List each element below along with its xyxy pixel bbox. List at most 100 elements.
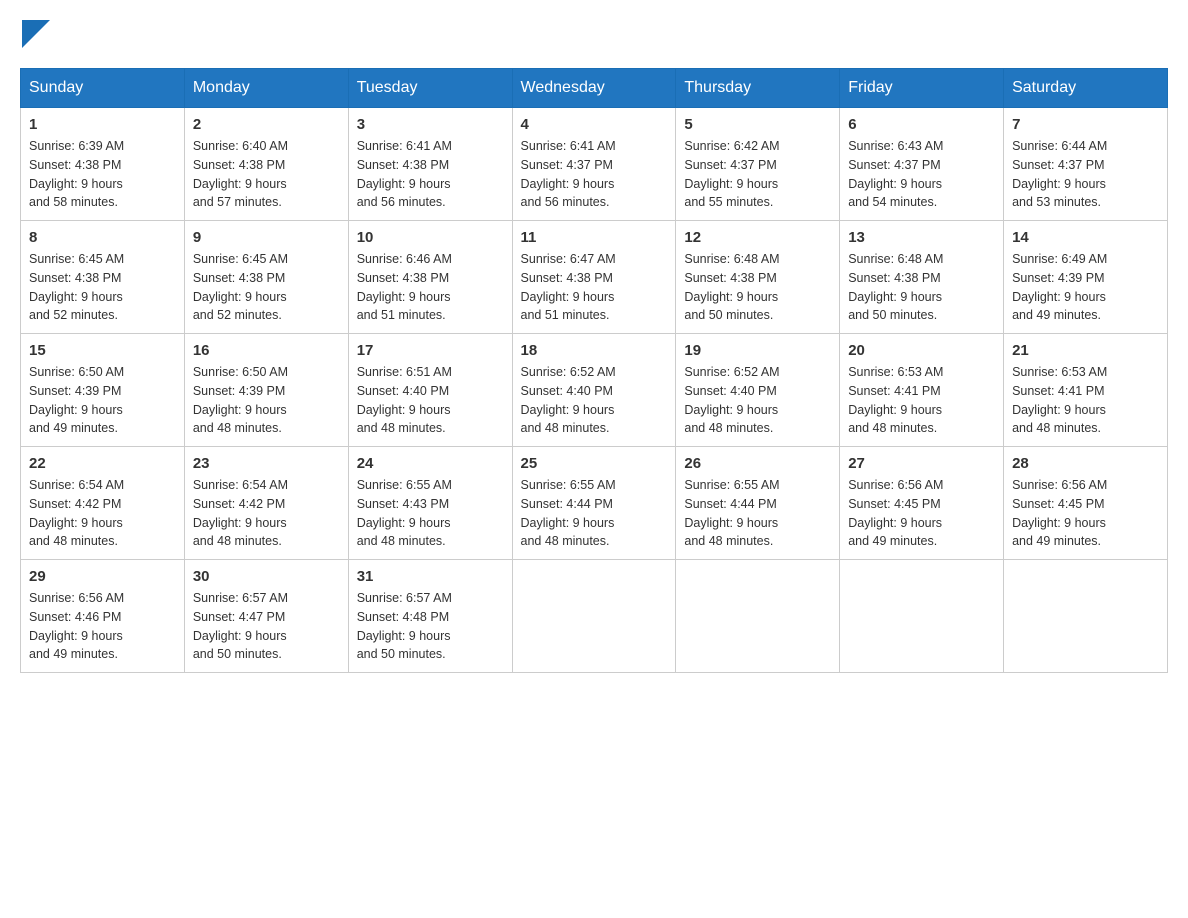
calendar-cell: 2 Sunrise: 6:40 AMSunset: 4:38 PMDayligh… — [184, 108, 348, 221]
calendar-cell: 21 Sunrise: 6:53 AMSunset: 4:41 PMDaylig… — [1004, 334, 1168, 447]
day-info: Sunrise: 6:53 AMSunset: 4:41 PMDaylight:… — [1012, 363, 1159, 438]
day-number: 29 — [29, 568, 176, 585]
weekday-sunday: Sunday — [21, 69, 185, 108]
calendar-cell — [676, 560, 840, 673]
day-number: 19 — [684, 342, 831, 359]
calendar-cell: 9 Sunrise: 6:45 AMSunset: 4:38 PMDayligh… — [184, 221, 348, 334]
day-number: 28 — [1012, 455, 1159, 472]
day-info: Sunrise: 6:52 AMSunset: 4:40 PMDaylight:… — [684, 363, 831, 438]
day-info: Sunrise: 6:41 AMSunset: 4:38 PMDaylight:… — [357, 137, 504, 212]
calendar-cell — [512, 560, 676, 673]
day-number: 2 — [193, 116, 340, 133]
calendar-cell: 30 Sunrise: 6:57 AMSunset: 4:47 PMDaylig… — [184, 560, 348, 673]
calendar-cell: 10 Sunrise: 6:46 AMSunset: 4:38 PMDaylig… — [348, 221, 512, 334]
calendar-cell — [1004, 560, 1168, 673]
day-info: Sunrise: 6:57 AMSunset: 4:47 PMDaylight:… — [193, 589, 340, 664]
day-number: 21 — [1012, 342, 1159, 359]
day-info: Sunrise: 6:57 AMSunset: 4:48 PMDaylight:… — [357, 589, 504, 664]
day-number: 5 — [684, 116, 831, 133]
calendar-cell: 6 Sunrise: 6:43 AMSunset: 4:37 PMDayligh… — [840, 108, 1004, 221]
day-number: 23 — [193, 455, 340, 472]
calendar-cell: 16 Sunrise: 6:50 AMSunset: 4:39 PMDaylig… — [184, 334, 348, 447]
day-info: Sunrise: 6:40 AMSunset: 4:38 PMDaylight:… — [193, 137, 340, 212]
day-info: Sunrise: 6:55 AMSunset: 4:43 PMDaylight:… — [357, 476, 504, 551]
day-info: Sunrise: 6:56 AMSunset: 4:45 PMDaylight:… — [1012, 476, 1159, 551]
calendar-cell: 4 Sunrise: 6:41 AMSunset: 4:37 PMDayligh… — [512, 108, 676, 221]
day-info: Sunrise: 6:47 AMSunset: 4:38 PMDaylight:… — [521, 250, 668, 325]
calendar-cell: 28 Sunrise: 6:56 AMSunset: 4:45 PMDaylig… — [1004, 447, 1168, 560]
day-info: Sunrise: 6:54 AMSunset: 4:42 PMDaylight:… — [193, 476, 340, 551]
calendar-cell: 17 Sunrise: 6:51 AMSunset: 4:40 PMDaylig… — [348, 334, 512, 447]
day-info: Sunrise: 6:46 AMSunset: 4:38 PMDaylight:… — [357, 250, 504, 325]
calendar-cell: 1 Sunrise: 6:39 AMSunset: 4:38 PMDayligh… — [21, 108, 185, 221]
weekday-tuesday: Tuesday — [348, 69, 512, 108]
day-info: Sunrise: 6:49 AMSunset: 4:39 PMDaylight:… — [1012, 250, 1159, 325]
day-number: 1 — [29, 116, 176, 133]
day-number: 8 — [29, 229, 176, 246]
day-number: 9 — [193, 229, 340, 246]
calendar-cell: 11 Sunrise: 6:47 AMSunset: 4:38 PMDaylig… — [512, 221, 676, 334]
calendar-cell: 24 Sunrise: 6:55 AMSunset: 4:43 PMDaylig… — [348, 447, 512, 560]
weekday-monday: Monday — [184, 69, 348, 108]
calendar-cell: 15 Sunrise: 6:50 AMSunset: 4:39 PMDaylig… — [21, 334, 185, 447]
calendar-cell: 5 Sunrise: 6:42 AMSunset: 4:37 PMDayligh… — [676, 108, 840, 221]
weekday-wednesday: Wednesday — [512, 69, 676, 108]
day-info: Sunrise: 6:41 AMSunset: 4:37 PMDaylight:… — [521, 137, 668, 212]
calendar-cell: 3 Sunrise: 6:41 AMSunset: 4:38 PMDayligh… — [348, 108, 512, 221]
weekday-thursday: Thursday — [676, 69, 840, 108]
calendar-cell: 27 Sunrise: 6:56 AMSunset: 4:45 PMDaylig… — [840, 447, 1004, 560]
calendar-week-5: 29 Sunrise: 6:56 AMSunset: 4:46 PMDaylig… — [21, 560, 1168, 673]
day-number: 15 — [29, 342, 176, 359]
day-info: Sunrise: 6:42 AMSunset: 4:37 PMDaylight:… — [684, 137, 831, 212]
calendar-body: 1 Sunrise: 6:39 AMSunset: 4:38 PMDayligh… — [21, 108, 1168, 673]
page-header — [20, 20, 1168, 48]
day-number: 30 — [193, 568, 340, 585]
logo-text — [20, 20, 50, 52]
calendar-cell: 14 Sunrise: 6:49 AMSunset: 4:39 PMDaylig… — [1004, 221, 1168, 334]
calendar-week-2: 8 Sunrise: 6:45 AMSunset: 4:38 PMDayligh… — [21, 221, 1168, 334]
day-info: Sunrise: 6:53 AMSunset: 4:41 PMDaylight:… — [848, 363, 995, 438]
logo — [20, 20, 50, 48]
calendar-cell: 18 Sunrise: 6:52 AMSunset: 4:40 PMDaylig… — [512, 334, 676, 447]
day-info: Sunrise: 6:55 AMSunset: 4:44 PMDaylight:… — [521, 476, 668, 551]
calendar-cell: 13 Sunrise: 6:48 AMSunset: 4:38 PMDaylig… — [840, 221, 1004, 334]
logo-triangle-icon — [22, 20, 50, 48]
calendar-cell: 22 Sunrise: 6:54 AMSunset: 4:42 PMDaylig… — [21, 447, 185, 560]
day-number: 17 — [357, 342, 504, 359]
calendar-cell: 31 Sunrise: 6:57 AMSunset: 4:48 PMDaylig… — [348, 560, 512, 673]
day-info: Sunrise: 6:51 AMSunset: 4:40 PMDaylight:… — [357, 363, 504, 438]
day-number: 7 — [1012, 116, 1159, 133]
day-number: 6 — [848, 116, 995, 133]
day-info: Sunrise: 6:56 AMSunset: 4:45 PMDaylight:… — [848, 476, 995, 551]
day-number: 13 — [848, 229, 995, 246]
calendar-cell: 26 Sunrise: 6:55 AMSunset: 4:44 PMDaylig… — [676, 447, 840, 560]
calendar-week-4: 22 Sunrise: 6:54 AMSunset: 4:42 PMDaylig… — [21, 447, 1168, 560]
calendar-header: SundayMondayTuesdayWednesdayThursdayFrid… — [21, 69, 1168, 108]
day-info: Sunrise: 6:45 AMSunset: 4:38 PMDaylight:… — [29, 250, 176, 325]
day-info: Sunrise: 6:55 AMSunset: 4:44 PMDaylight:… — [684, 476, 831, 551]
calendar-cell: 8 Sunrise: 6:45 AMSunset: 4:38 PMDayligh… — [21, 221, 185, 334]
weekday-saturday: Saturday — [1004, 69, 1168, 108]
day-number: 26 — [684, 455, 831, 472]
day-number: 4 — [521, 116, 668, 133]
day-info: Sunrise: 6:50 AMSunset: 4:39 PMDaylight:… — [29, 363, 176, 438]
calendar-cell: 25 Sunrise: 6:55 AMSunset: 4:44 PMDaylig… — [512, 447, 676, 560]
day-number: 16 — [193, 342, 340, 359]
day-info: Sunrise: 6:43 AMSunset: 4:37 PMDaylight:… — [848, 137, 995, 212]
calendar-cell: 19 Sunrise: 6:52 AMSunset: 4:40 PMDaylig… — [676, 334, 840, 447]
day-info: Sunrise: 6:45 AMSunset: 4:38 PMDaylight:… — [193, 250, 340, 325]
day-number: 20 — [848, 342, 995, 359]
day-number: 3 — [357, 116, 504, 133]
day-number: 14 — [1012, 229, 1159, 246]
calendar-table: SundayMondayTuesdayWednesdayThursdayFrid… — [20, 68, 1168, 673]
day-info: Sunrise: 6:48 AMSunset: 4:38 PMDaylight:… — [848, 250, 995, 325]
weekday-friday: Friday — [840, 69, 1004, 108]
calendar-week-1: 1 Sunrise: 6:39 AMSunset: 4:38 PMDayligh… — [21, 108, 1168, 221]
day-info: Sunrise: 6:54 AMSunset: 4:42 PMDaylight:… — [29, 476, 176, 551]
day-info: Sunrise: 6:39 AMSunset: 4:38 PMDaylight:… — [29, 137, 176, 212]
calendar-cell — [840, 560, 1004, 673]
calendar-cell: 12 Sunrise: 6:48 AMSunset: 4:38 PMDaylig… — [676, 221, 840, 334]
day-number: 25 — [521, 455, 668, 472]
day-number: 11 — [521, 229, 668, 246]
day-info: Sunrise: 6:44 AMSunset: 4:37 PMDaylight:… — [1012, 137, 1159, 212]
